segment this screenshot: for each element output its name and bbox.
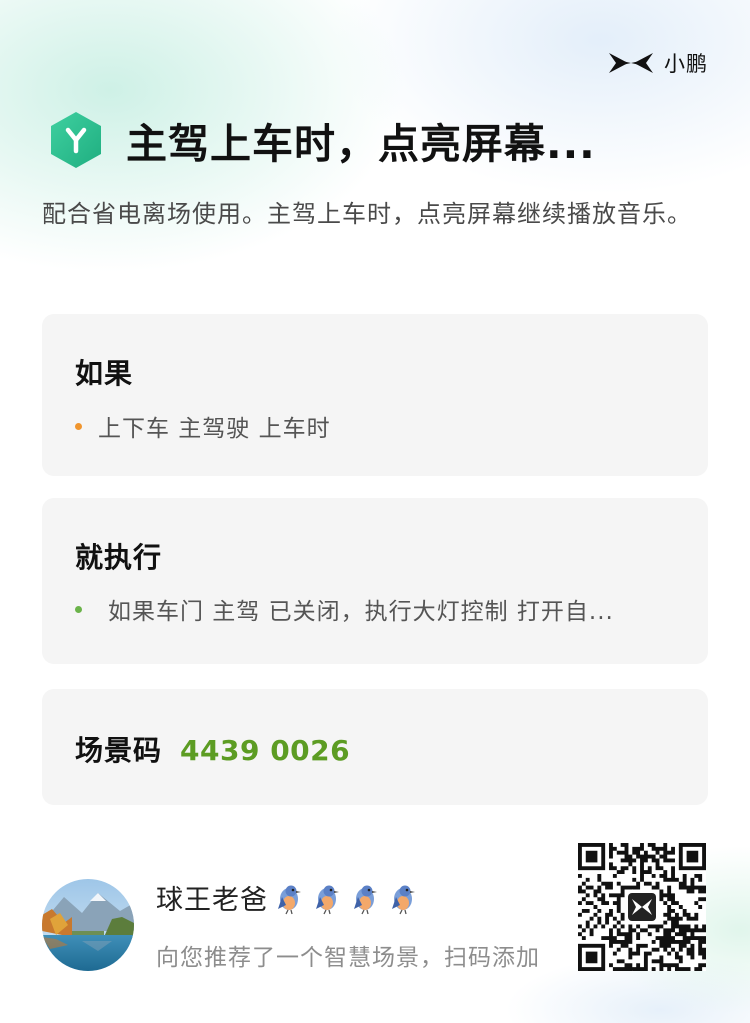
bluebird-emoji-icon bbox=[388, 881, 420, 915]
xpeng-x-logo-icon bbox=[608, 51, 654, 75]
scene-code-value[interactable]: 4439 0026 bbox=[180, 734, 350, 767]
bullet-dot bbox=[75, 422, 82, 430]
scene-code-card: 场景码 4439 0026 bbox=[42, 689, 708, 805]
scene-code-label: 场景码 bbox=[75, 734, 163, 767]
bluebird-emoji-icon bbox=[274, 881, 306, 915]
if-condition-card: 如果 上下车 主驾驶 上车时 bbox=[42, 314, 708, 476]
scene-y-hexagon-icon bbox=[48, 110, 104, 170]
brand-logo: 小鹏 bbox=[608, 48, 708, 78]
avatar bbox=[42, 879, 134, 971]
brand-name: 小鹏 bbox=[664, 52, 708, 76]
condition-item: 上下车 主驾驶 上车时 bbox=[75, 409, 331, 443]
user-name-row: 球王老爸 bbox=[156, 878, 420, 917]
condition-text: 上下车 主驾驶 上车时 bbox=[98, 416, 331, 442]
then-card-title: 就执行 bbox=[75, 541, 163, 574]
user-name: 球王老爸 bbox=[156, 885, 268, 916]
action-text: 如果车门 主驾 已关闭，执行大灯控制 打开自... bbox=[108, 599, 614, 625]
qr-code-icon[interactable] bbox=[578, 843, 706, 971]
bluebird-emoji-icon bbox=[312, 881, 344, 915]
scene-code-row: 场景码 4439 0026 bbox=[75, 729, 350, 769]
bluebird-emoji-icon bbox=[350, 881, 382, 915]
then-action-card: 就执行 如果车门 主驾 已关闭，执行大灯控制 打开自... bbox=[42, 498, 708, 664]
bullet-dot bbox=[75, 605, 82, 613]
if-card-title: 如果 bbox=[75, 357, 134, 390]
scene-header: 主驾上车时，点亮屏幕... bbox=[48, 110, 708, 170]
scene-title: 主驾上车时，点亮屏幕... bbox=[126, 120, 596, 168]
action-item: 如果车门 主驾 已关闭，执行大灯控制 打开自... bbox=[75, 592, 614, 626]
recommendation-text: 向您推荐了一个智慧场景，扫码添加 bbox=[156, 945, 540, 971]
scene-description: 配合省电离场使用。主驾上车时，点亮屏幕继续播放音乐。 bbox=[42, 200, 692, 228]
